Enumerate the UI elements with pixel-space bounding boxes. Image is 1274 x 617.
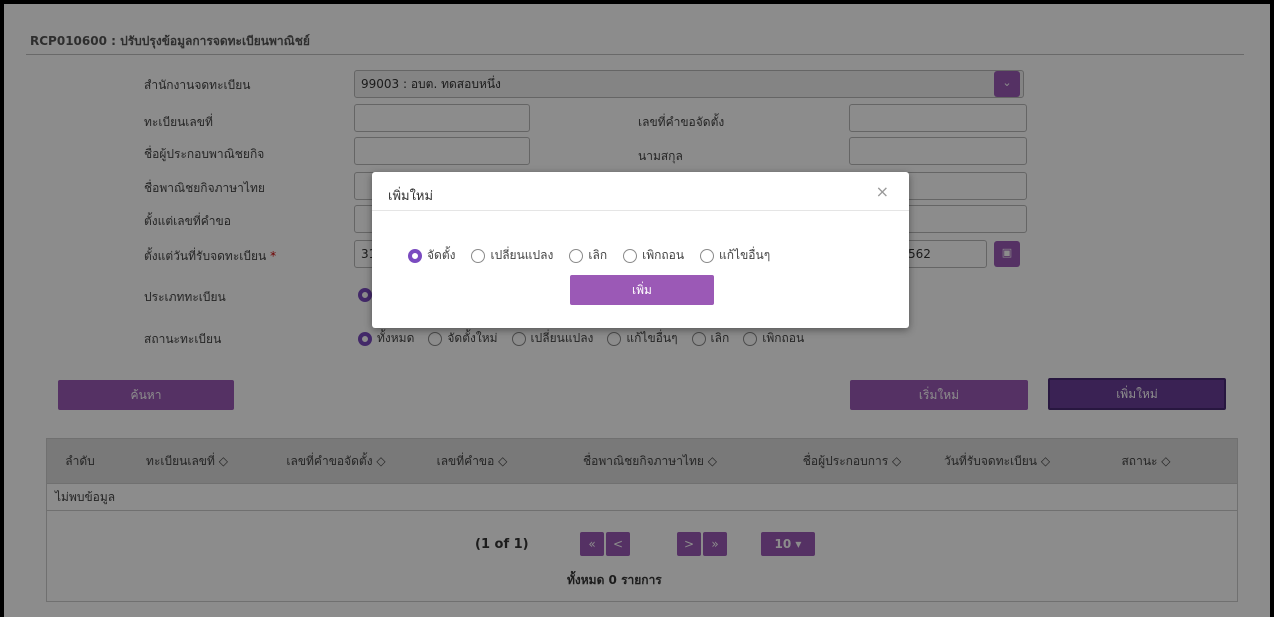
modal-option[interactable]: เปลี่ยนแปลง [471,246,553,265]
modal-title: เพิ่มใหม่ [388,189,434,204]
modal-radio-group: จัดตั้ง เปลี่ยนแปลง เลิก เพิกถอน แก้ไขอื่นๆ [408,246,770,265]
modal-add-button[interactable]: เพิ่ม [570,275,714,305]
modal-header: เพิ่มใหม่ × [372,172,909,211]
add-new-modal: เพิ่มใหม่ × จัดตั้ง เปลี่ยนแปลง เลิก เพิกถอ… [372,172,909,328]
radio-icon [623,248,638,263]
radio-icon [700,248,715,263]
modal-option-label: แก้ไขอื่นๆ [719,248,771,262]
close-icon[interactable]: × [876,182,889,201]
modal-option[interactable]: เพิกถอน [623,246,684,265]
modal-option-label: เปลี่ยนแปลง [490,248,554,262]
modal-option-label: จัดตั้ง [427,248,456,262]
radio-icon [569,248,584,263]
modal-option[interactable]: จัดตั้ง [408,246,455,265]
radio-icon [471,248,486,263]
modal-option-label: เลิก [588,248,608,262]
radio-icon [408,248,422,263]
modal-option[interactable]: แก้ไขอื่นๆ [700,246,770,265]
modal-option-label: เพิกถอน [642,248,685,262]
modal-option[interactable]: เลิก [569,246,607,265]
